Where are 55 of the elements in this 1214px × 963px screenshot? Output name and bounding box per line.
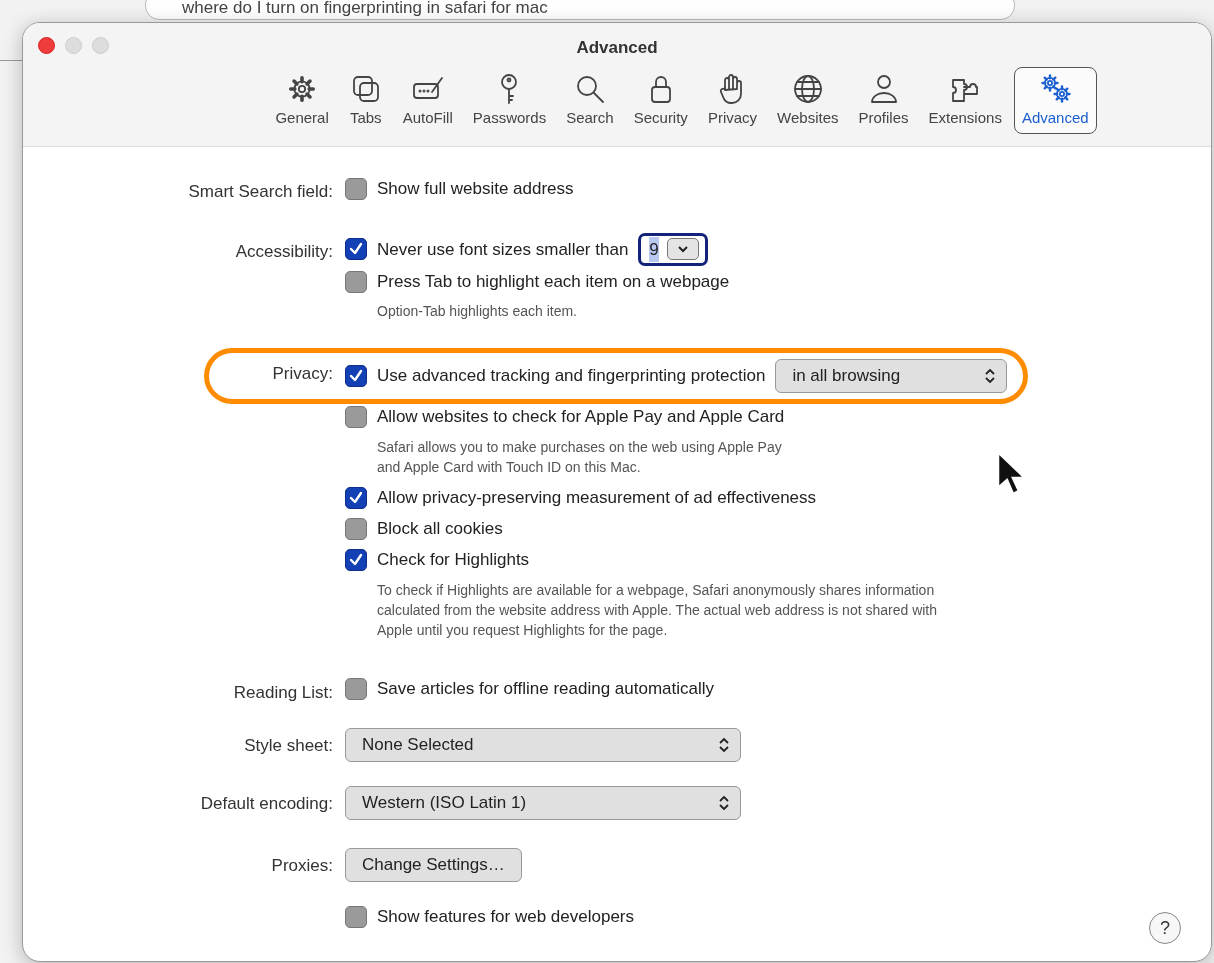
toolbar-tab[interactable]: Extensions	[920, 66, 1010, 134]
checkbox-label[interactable]: Save articles for offline reading automatically	[377, 676, 715, 702]
help-button[interactable]: ?	[1149, 912, 1181, 944]
window-title: Advanced	[576, 38, 658, 57]
checkbox[interactable]	[345, 406, 367, 428]
checkbox[interactable]	[345, 238, 367, 261]
up-down-arrows-icon	[718, 737, 730, 753]
checkbox-label[interactable]: Press Tab to highlight each item on a webpage	[377, 268, 730, 295]
checkbox-label[interactable]: Check for Highlights	[377, 547, 530, 573]
toolbar-tab[interactable]: Search	[558, 66, 622, 134]
toolbar-tab[interactable]: Tabs	[340, 66, 391, 134]
close-button[interactable]	[38, 37, 55, 54]
toolbar-tab[interactable]: Security	[625, 66, 696, 134]
checkbox[interactable]	[345, 678, 367, 700]
toolbar-tab[interactable]: Websites	[769, 66, 847, 134]
checkbox-label[interactable]: Block all cookies	[377, 516, 503, 542]
help-text: Safari allows you to make purchases on the web using Apple Pay and Apple Card with Touch ID on this Mac.	[377, 437, 782, 477]
checkbox[interactable]	[345, 364, 367, 387]
toolbar-tab[interactable]: Passwords	[464, 66, 555, 134]
checkbox[interactable]	[345, 549, 367, 571]
toolbar-tab[interactable]: Advanced	[1013, 66, 1097, 134]
toolbar-tab[interactable]: General	[267, 66, 337, 134]
checkbox-label[interactable]: Use advanced tracking and fingerprinting protection	[377, 363, 766, 389]
toolbar-tab[interactable]: Privacy	[699, 66, 766, 134]
popup-menu[interactable]: None Selected	[345, 728, 741, 762]
checkbox[interactable]	[345, 487, 367, 509]
section-label: Accessibility:	[234, 240, 333, 263]
popup-menu[interactable]: Western (ISO Latin 1)	[345, 786, 741, 820]
help-text: To check if Highlights are available for a webpage, Safari anonymously shares information calculated from the website address with Apple. The actual web address is not shared with Apple until you request Highlights for the page.	[377, 580, 938, 640]
checkbox[interactable]	[345, 905, 367, 928]
section-label: Style sheet:	[243, 735, 333, 757]
toolbar-tab[interactable]: Profiles	[850, 66, 917, 134]
help-text: Option-Tab highlights each item.	[377, 302, 577, 321]
checkbox-label[interactable]: Allow websites to check for Apple Pay and Apple Card	[377, 404, 785, 430]
checkbox[interactable]	[345, 177, 367, 200]
checkbox[interactable]	[345, 518, 367, 540]
checkbox-label[interactable]: Never use font sizes smaller than	[377, 236, 629, 262]
section-label: Smart Search field:	[187, 181, 333, 203]
checkbox-label[interactable]: Allow privacy-preserving measurement of ad effectiveness	[377, 485, 817, 511]
checkbox-label[interactable]: Show features for web developers	[377, 903, 635, 930]
checkbox[interactable]	[345, 270, 367, 293]
section-label: Reading List:	[232, 681, 333, 704]
section-label: Proxies:	[270, 855, 333, 877]
gears-icon	[1038, 71, 1073, 106]
search-query-text: where do I turn on fingerprinting in safari for mac	[145, 0, 1015, 20]
chevron-down-icon	[676, 245, 689, 254]
up-down-arrows-icon	[718, 795, 730, 811]
popup-menu[interactable]: in all browsing	[775, 359, 1008, 393]
checkbox-label[interactable]: Show full website address	[377, 175, 574, 202]
section-label: Privacy:	[271, 363, 333, 385]
change-settings-button[interactable]: Change Settings…	[345, 848, 522, 882]
toolbar-tab[interactable]: AutoFill	[394, 66, 461, 134]
font-size-field[interactable]: 9	[638, 232, 708, 266]
up-down-arrows-icon	[984, 367, 997, 384]
section-label: Default encoding:	[199, 793, 333, 815]
